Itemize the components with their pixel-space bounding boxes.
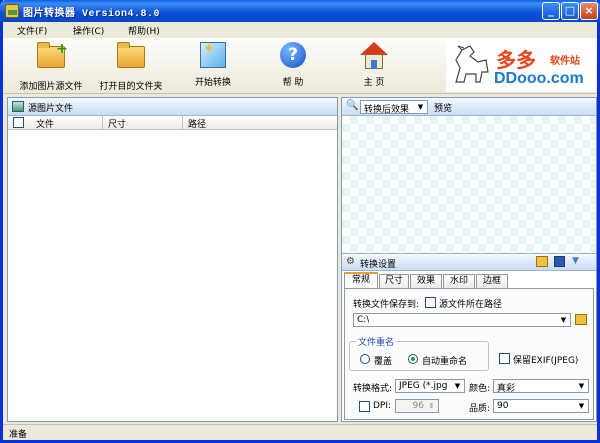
brand-logo[interactable]: 多多 软件站 DDooo.com [446, 40, 596, 92]
window-title: 图片转换器 Version4.8.0 [23, 9, 161, 20]
save-icon[interactable] [554, 256, 565, 267]
dpi-label: DPI: [373, 401, 392, 411]
menu-operate[interactable]: 操作(C) [73, 24, 104, 37]
tab-effect[interactable]: 效果 [410, 274, 442, 288]
same-path-checkbox[interactable] [425, 297, 436, 308]
logo-en-text: DDooo.com [494, 70, 584, 87]
open-folder-icon[interactable] [536, 256, 548, 267]
spinner-icon: ⇕ [428, 402, 435, 410]
auto-rename-label: 自动重命名 [422, 357, 468, 367]
add-source-button[interactable]: + 添加图片源文件 [11, 42, 91, 92]
settings-header: ⚙ 转换设置 ▼ [342, 253, 596, 271]
general-settings-page: 转换文件保存到: 源文件所在路径 C:\ ▼ 文件重名 覆盖 自动重命名 保留E… [344, 288, 594, 420]
status-text: 准备 [9, 430, 28, 440]
preview-label: 预览 [434, 104, 453, 114]
menu-file[interactable]: 文件(F) [17, 24, 47, 37]
folder-icon [117, 42, 145, 74]
save-path-select[interactable]: C:\ ▼ [353, 313, 571, 327]
col-file[interactable]: 文件 [36, 117, 54, 130]
color-label: 颜色: [469, 384, 491, 394]
tab-border[interactable]: 边框 [476, 274, 508, 288]
horse-icon [455, 45, 489, 83]
quality-select[interactable]: 90 ▼ [493, 399, 589, 413]
chevron-down-icon: ▼ [454, 382, 461, 390]
chevron-down-icon: ▼ [578, 402, 585, 410]
source-panel-header: 源图片文件 [8, 98, 337, 116]
keep-exif-label: 保留EXIF(JPEG) [513, 356, 579, 366]
format-select[interactable]: JPEG (*.jpg ▼ [395, 379, 465, 393]
menu-help[interactable]: 帮助(H) [128, 24, 160, 37]
logo-cn-text: 多多 [496, 48, 536, 72]
status-bar: 准备 [3, 424, 597, 440]
help-icon: ? [279, 42, 307, 70]
home-label: 主 页 [363, 78, 385, 88]
zoom-icon[interactable]: 🔍 [346, 100, 358, 111]
open-target-button[interactable]: 打开目的文件夹 [91, 42, 171, 92]
color-select[interactable]: 真彩 ▼ [493, 379, 589, 394]
preview-panel: 🔍 转换后效果 ▼ 预览 ⚙ 转换设置 ▼ 常规 尺寸 效果 水印 边框 转换文… [341, 97, 597, 422]
gear-icon: ⚙ [346, 256, 355, 267]
file-list[interactable] [8, 131, 337, 421]
save-to-label: 转换文件保存到: [353, 300, 420, 310]
col-size[interactable]: 尺寸 [108, 117, 126, 130]
file-list-header: 文件 尺寸 路径 [8, 116, 337, 130]
chevron-down-icon: ▼ [578, 382, 585, 390]
open-target-label: 打开目的文件夹 [99, 82, 163, 92]
start-convert-button[interactable]: 开始转换 [173, 41, 253, 88]
quality-label: 品质: [469, 404, 491, 414]
tab-size[interactable]: 尺寸 [379, 274, 409, 288]
settings-tabs: 常规 尺寸 效果 水印 边框 [344, 272, 594, 288]
help-button[interactable]: ? 帮 助 [253, 42, 333, 88]
source-file-panel: 源图片文件 文件 尺寸 路径 [7, 97, 338, 422]
home-icon [360, 42, 388, 70]
preview-header: 🔍 转换后效果 ▼ 预览 [342, 98, 596, 116]
browse-folder-icon[interactable] [575, 314, 587, 325]
convert-icon [199, 41, 227, 70]
preview-mode-select[interactable]: 转换后效果 ▼ [360, 100, 428, 115]
quality-value: 90 [497, 401, 509, 411]
chevron-down-icon: ▼ [560, 316, 567, 324]
dpi-spinner[interactable]: 96 ⇕ [395, 399, 439, 413]
close-button[interactable]: × [580, 2, 598, 20]
add-source-label: 添加图片源文件 [19, 82, 83, 92]
settings-title: 转换设置 [360, 260, 397, 270]
same-path-label: 源文件所在路径 [439, 300, 503, 310]
overwrite-label: 覆盖 [374, 357, 393, 367]
dpi-value: 96 [412, 401, 424, 411]
preview-canvas[interactable] [342, 116, 596, 253]
preview-mode-value: 转换后效果 [364, 105, 410, 115]
save-path-value: C:\ [357, 315, 370, 325]
source-panel-title: 源图片文件 [28, 104, 74, 114]
tab-watermark[interactable]: 水印 [443, 274, 475, 288]
keep-exif-checkbox[interactable] [499, 353, 510, 364]
help-label: 帮 助 [282, 78, 304, 88]
format-label: 转换格式: [353, 384, 393, 394]
overwrite-radio[interactable] [360, 354, 370, 364]
chevron-down-icon: ▼ [417, 103, 424, 111]
image-icon [12, 101, 24, 112]
title-bar[interactable]: 图片转换器 Version4.8.0 _ □ × [0, 0, 600, 22]
select-all-checkbox[interactable] [13, 117, 24, 128]
rename-group: 文件重名 覆盖 自动重命名 [349, 335, 489, 371]
dpi-checkbox[interactable] [359, 401, 370, 412]
format-value: JPEG (*.jpg [399, 381, 448, 391]
start-convert-label: 开始转换 [194, 78, 231, 88]
tab-general[interactable]: 常规 [344, 272, 378, 288]
collapse-icon[interactable]: ▼ [572, 256, 579, 266]
minimize-button[interactable]: _ [542, 2, 560, 20]
add-folder-icon: + [37, 42, 68, 74]
home-button[interactable]: 主 页 [334, 42, 414, 88]
app-window: 图片转换器 Version4.8.0 _ □ × 文件(F) 操作(C) 帮助(… [0, 0, 600, 443]
rename-group-title: 文件重名 [356, 335, 397, 348]
menu-bar: 文件(F) 操作(C) 帮助(H) [3, 22, 597, 38]
color-value: 真彩 [497, 384, 516, 394]
logo-sub-text: 软件站 [550, 56, 580, 67]
app-icon [5, 4, 19, 18]
maximize-button[interactable]: □ [561, 2, 579, 20]
col-path[interactable]: 路径 [188, 117, 206, 130]
auto-rename-radio[interactable] [408, 354, 418, 364]
